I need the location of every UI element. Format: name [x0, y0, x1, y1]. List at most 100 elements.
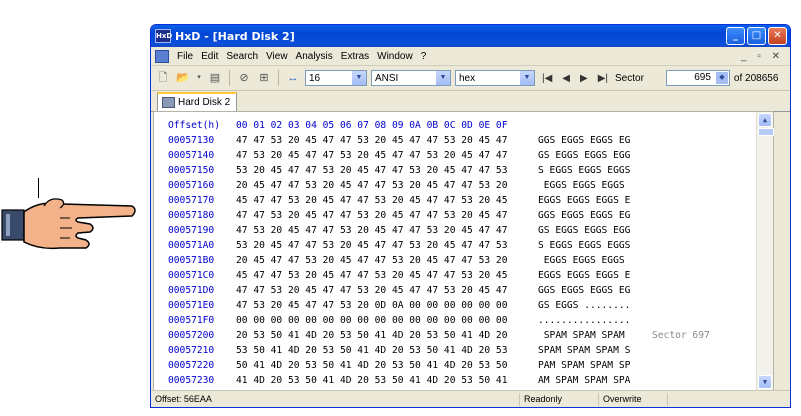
row-hex-bytes: 53 20 45 47 47 53 20 45 47 47 53 20 45 4… — [236, 165, 508, 176]
bytes-per-row-icon: ↔ — [287, 72, 299, 84]
status-offset: Offset: 56EAA — [151, 392, 520, 406]
close-button[interactable]: ✕ — [768, 27, 787, 45]
open-ram-icon[interactable]: ⊞ — [256, 70, 272, 86]
chevron-down-icon: ▼ — [436, 71, 450, 85]
row-hex-bytes: 47 47 53 20 45 47 47 53 20 45 47 47 53 2… — [236, 285, 508, 296]
menu-search[interactable]: Search — [222, 51, 262, 62]
dropdown-icon[interactable]: ▾ — [195, 70, 203, 86]
scroll-up-icon[interactable]: ▲ — [758, 113, 772, 127]
mdi-controls[interactable]: _ ▫ ✕ — [741, 51, 784, 62]
hex-rows: 00057130 47 47 53 20 45 47 47 53 20 45 47… — [154, 133, 773, 407]
document-icon[interactable] — [155, 49, 169, 63]
row-offset: 000571F0 — [168, 315, 215, 326]
hex-row[interactable]: 00057160 20 45 47 47 53 20 45 47 47 53 20… — [154, 178, 773, 193]
menu-file[interactable]: File — [173, 51, 197, 62]
menu-analysis[interactable]: Analysis — [292, 51, 337, 62]
hex-row[interactable]: 00057130 47 47 53 20 45 47 47 53 20 45 47… — [154, 133, 773, 148]
toolbar: 🗋 📂 ▾ ▤ ⊘ ⊞ ↔ 16 ▼ ANSI ▼ hex ▼ |◀ ◀ ▶ ▶… — [151, 66, 790, 91]
hex-row[interactable]: 00057200 20 53 50 41 4D 20 53 50 41 4D 20… — [154, 328, 773, 343]
hex-row[interactable]: 00057180 47 47 53 20 45 47 47 53 20 45 47… — [154, 208, 773, 223]
menu-extras[interactable]: Extras — [337, 51, 373, 62]
hex-row[interactable]: 00057220 50 41 4D 20 53 50 41 4D 20 53 50… — [154, 358, 773, 373]
hex-row[interactable]: 000571F0 00 00 00 00 00 00 00 00 00 00 00… — [154, 313, 773, 328]
row-offset: 00057190 — [168, 225, 215, 236]
maximize-button[interactable]: □ — [747, 27, 766, 45]
open-file-icon[interactable]: 📂 — [175, 70, 191, 86]
row-hex-bytes: 45 47 47 53 20 45 47 47 53 20 45 47 47 5… — [236, 195, 508, 206]
last-sector-icon[interactable]: ▶| — [595, 73, 611, 84]
hex-row[interactable]: 00057140 47 53 20 45 47 47 53 20 45 47 47… — [154, 148, 773, 163]
sector-input[interactable]: 695 ◆ — [665, 70, 730, 86]
status-mode: Readonly — [520, 392, 599, 406]
toolbar-separator — [278, 70, 279, 86]
spinner-icon[interactable]: ◆ — [715, 72, 728, 84]
row-ascii: AM SPAM SPAM SPA — [538, 375, 631, 386]
chevron-down-icon: ▼ — [352, 71, 366, 85]
row-hex-bytes: 45 47 47 53 20 45 47 47 53 20 45 47 47 5… — [236, 270, 508, 281]
bytes-per-row-select[interactable]: 16 ▼ — [305, 70, 367, 86]
hex-row[interactable]: 00057210 53 50 41 4D 20 53 50 41 4D 20 53… — [154, 343, 773, 358]
vertical-scrollbar[interactable]: ▲ ▼ — [756, 112, 774, 390]
toolbar-separator — [229, 70, 230, 86]
hex-row[interactable]: 000571C0 45 47 47 53 20 45 47 47 53 20 45… — [154, 268, 773, 283]
menu-window[interactable]: Window — [373, 51, 417, 62]
row-ascii: S EGGS EGGS EGGS — [538, 165, 631, 176]
row-ascii: ................ — [538, 315, 631, 326]
next-sector-icon[interactable]: ▶ — [577, 73, 591, 84]
first-sector-icon[interactable]: |◀ — [539, 73, 555, 84]
row-hex-bytes: 20 53 50 41 4D 20 53 50 41 4D 20 53 50 4… — [236, 330, 508, 341]
scroll-thumb[interactable] — [758, 128, 774, 136]
hex-row[interactable]: 00057170 45 47 47 53 20 45 47 47 53 20 45… — [154, 193, 773, 208]
menu-view[interactable]: View — [262, 51, 292, 62]
row-ascii: S EGGS EGGS EGGS — [538, 240, 631, 251]
charset-select[interactable]: ANSI ▼ — [371, 70, 451, 86]
window-title: HxD - [Hard Disk 2] — [175, 29, 295, 43]
hex-row[interactable]: 000571A0 53 20 45 47 47 53 20 45 47 47 53… — [154, 238, 773, 253]
row-offset: 000571E0 — [168, 300, 215, 311]
row-hex-bytes: 47 47 53 20 45 47 47 53 20 45 47 47 53 2… — [236, 135, 508, 146]
row-offset: 00057160 — [168, 180, 215, 191]
menu-bar: File Edit Search View Analysis Extras Wi… — [151, 47, 790, 66]
hex-row[interactable]: 00057190 47 53 20 45 47 47 53 20 45 47 47… — [154, 223, 773, 238]
row-offset: 00057200 — [168, 330, 215, 341]
row-ascii: GS EGGS ........ — [538, 300, 631, 311]
row-offset: 000571B0 — [168, 255, 215, 266]
row-hex-bytes: 47 53 20 45 47 47 53 20 45 47 47 53 20 4… — [236, 225, 508, 236]
scroll-down-icon[interactable]: ▼ — [758, 375, 772, 389]
row-hex-bytes: 47 53 20 45 47 47 53 20 0D 0A 00 00 00 0… — [236, 300, 508, 311]
row-offset: 000571A0 — [168, 240, 215, 251]
row-offset: 00057230 — [168, 375, 215, 386]
row-hex-bytes: 41 4D 20 53 50 41 4D 20 53 50 41 4D 20 5… — [236, 375, 508, 386]
row-note: Sector 697 — [652, 330, 710, 341]
row-offset: 00057170 — [168, 195, 215, 206]
row-ascii: SPAM SPAM SPAM S — [538, 345, 631, 356]
hex-row[interactable]: 000571B0 20 45 47 47 53 20 45 47 47 53 20… — [154, 253, 773, 268]
hex-row[interactable]: 00057150 53 20 45 47 47 53 20 45 47 47 53… — [154, 163, 773, 178]
row-offset: 00057150 — [168, 165, 215, 176]
hex-editor[interactable]: Offset(h) 00 01 02 03 04 05 06 07 08 09 … — [153, 111, 774, 407]
title-bar: HxD HxD - [Hard Disk 2] _ □ ✕ — [151, 25, 790, 47]
minimize-button[interactable]: _ — [726, 27, 745, 45]
offset-format-select[interactable]: hex ▼ — [455, 70, 535, 86]
tab-hard-disk-2[interactable]: Hard Disk 2 — [157, 92, 238, 111]
hard-disk-icon — [162, 97, 175, 108]
hex-row[interactable]: 000571D0 47 47 53 20 45 47 47 53 20 45 47… — [154, 283, 773, 298]
row-ascii: PAM SPAM SPAM SP — [538, 360, 631, 371]
bytes-per-row-value: 16 — [309, 72, 321, 84]
row-hex-bytes: 00 00 00 00 00 00 00 00 00 00 00 00 00 0… — [236, 315, 508, 326]
prev-sector-icon[interactable]: ◀ — [559, 73, 573, 84]
hex-row[interactable]: 00057230 41 4D 20 53 50 41 4D 20 53 50 41… — [154, 373, 773, 388]
row-offset: 000571D0 — [168, 285, 215, 296]
hex-row[interactable]: 000571E0 47 53 20 45 47 47 53 20 0D 0A 00… — [154, 298, 773, 313]
open-disk-icon[interactable]: ⊘ — [236, 70, 252, 86]
row-offset: 00057220 — [168, 360, 215, 371]
column-header: 00 01 02 03 04 05 06 07 08 09 0A 0B 0C 0… — [236, 120, 508, 131]
row-offset: 00057140 — [168, 150, 215, 161]
save-icon[interactable]: ▤ — [207, 70, 223, 86]
row-ascii: GGS EGGS EGGS EG — [538, 285, 631, 296]
menu-edit[interactable]: Edit — [197, 51, 222, 62]
hxd-app-icon[interactable]: HxD — [155, 29, 172, 43]
new-file-icon[interactable]: 🗋 — [155, 70, 171, 86]
menu-help[interactable]: ? — [417, 51, 431, 62]
row-ascii: EGGS EGGS EGGS E — [538, 195, 631, 206]
